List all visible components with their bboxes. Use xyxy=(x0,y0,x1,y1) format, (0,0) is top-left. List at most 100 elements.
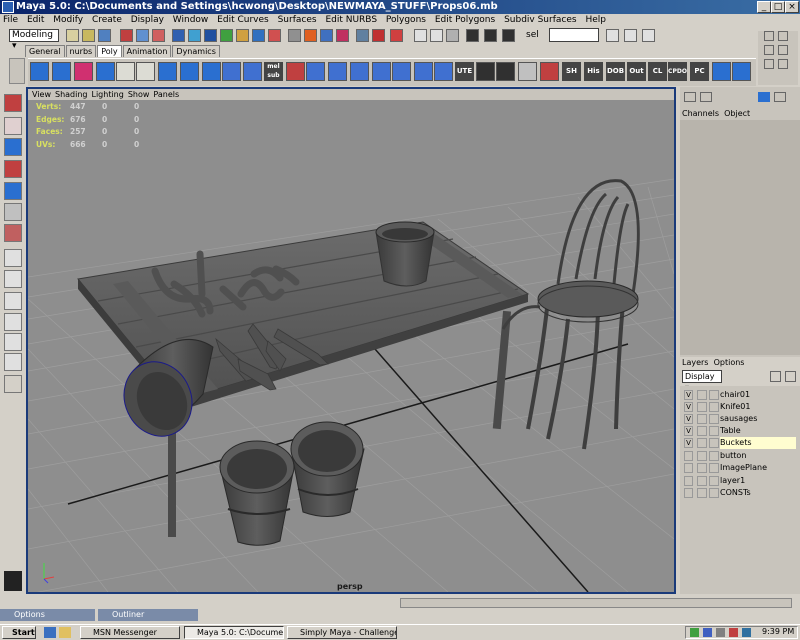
layer-template-toggle[interactable] xyxy=(697,488,707,498)
select-hierarchy-icon[interactable] xyxy=(120,29,133,42)
layout-outliner-icon[interactable] xyxy=(778,45,788,55)
panel-menu-panels[interactable]: Panels xyxy=(153,90,179,99)
render-layer-icon[interactable] xyxy=(774,92,786,102)
layer-color-swatch[interactable] xyxy=(709,402,719,412)
poly-plane-icon[interactable] xyxy=(158,62,177,81)
layer-row-table[interactable]: V Table xyxy=(682,425,798,437)
tray-volume-icon[interactable] xyxy=(716,628,725,637)
menu-edit-polygons[interactable]: Edit Polygons xyxy=(435,15,495,25)
scale-tool-icon[interactable] xyxy=(4,203,22,221)
layer-display-select[interactable]: Display ▾ xyxy=(682,370,722,392)
separate-icon[interactable] xyxy=(222,62,241,81)
out-button[interactable]: Out xyxy=(627,62,646,81)
layer-editor-icon[interactable] xyxy=(700,92,712,102)
tool-settings-icon[interactable] xyxy=(642,29,655,42)
magnet-icon[interactable] xyxy=(390,29,403,42)
ipr-clapper-icon[interactable] xyxy=(496,62,515,81)
layer-row-layer1[interactable]: layer1 xyxy=(682,475,798,487)
menu-edit[interactable]: Edit xyxy=(27,15,44,25)
layer-visibility-toggle[interactable] xyxy=(684,476,693,486)
menu-subdiv-surfaces[interactable]: Subdiv Surfaces xyxy=(504,15,577,25)
layout-side-by-side-icon[interactable] xyxy=(4,313,22,331)
mask-joint-icon[interactable] xyxy=(188,29,201,42)
layer-color-swatch[interactable] xyxy=(709,426,719,436)
layer-row-sausages[interactable]: Vsausages xyxy=(682,413,798,425)
layer-visibility-toggle[interactable] xyxy=(684,451,693,461)
menu-layers[interactable]: Layers xyxy=(682,358,708,367)
channel-box-icon[interactable] xyxy=(684,92,696,102)
taskbar-msn-messenger[interactable]: MSN Messenger xyxy=(80,626,180,639)
maximize-button[interactable]: □ xyxy=(771,1,785,13)
layer-visibility-toggle[interactable] xyxy=(684,463,693,473)
extrude-edge-icon[interactable] xyxy=(350,62,369,81)
layout-four-pane-icon[interactable] xyxy=(4,292,22,310)
layer-color-swatch[interactable] xyxy=(709,451,719,461)
layout-four-icon[interactable] xyxy=(778,31,788,41)
layer-template-toggle[interactable] xyxy=(697,476,707,486)
shelf-tab-dynamics[interactable]: Dynamics xyxy=(172,45,220,57)
render-clapper-icon[interactable] xyxy=(476,62,495,81)
paint-select-tool-icon[interactable] xyxy=(4,138,22,156)
extrude-face-icon[interactable] xyxy=(328,62,347,81)
layer-template-toggle[interactable] xyxy=(697,426,707,436)
minimized-outliner-window[interactable]: Outliner xyxy=(98,609,198,621)
dob-button[interactable]: DOB xyxy=(606,62,625,81)
layer-template-toggle[interactable] xyxy=(697,414,707,424)
display-layer-icon[interactable] xyxy=(758,92,770,102)
output-ops-icon[interactable] xyxy=(430,29,443,42)
snap-view-icon[interactable] xyxy=(356,29,369,42)
open-scene-icon[interactable] xyxy=(82,29,95,42)
layer-color-swatch[interactable] xyxy=(709,438,719,448)
menu-edit-nurbs[interactable]: Edit NURBS xyxy=(325,15,377,25)
attribute-editor-icon[interactable] xyxy=(624,29,637,42)
shelf-tab-nurbs[interactable]: nurbs xyxy=(65,45,97,57)
poly-tool-icon[interactable] xyxy=(712,62,731,81)
mask-deform-icon[interactable] xyxy=(236,29,249,42)
mask-surface-icon[interactable] xyxy=(220,29,233,42)
render-icon[interactable] xyxy=(466,29,479,42)
menu-surfaces[interactable]: Surfaces xyxy=(278,15,317,25)
start-button[interactable]: Start xyxy=(2,626,36,639)
layout-persp-graph-icon[interactable] xyxy=(4,353,22,371)
panel-menu-view[interactable]: View xyxy=(32,90,51,99)
menu-edit-curves[interactable]: Edit Curves xyxy=(217,15,269,25)
mask-dynamic-icon[interactable] xyxy=(252,29,265,42)
menu-display[interactable]: Display xyxy=(131,15,164,25)
mask-misc-icon[interactable] xyxy=(288,29,301,42)
mask-curve-icon[interactable] xyxy=(204,29,217,42)
mask-handle-icon[interactable] xyxy=(172,29,185,42)
tray-display-icon[interactable] xyxy=(742,628,751,637)
layout-two-icon[interactable] xyxy=(764,45,774,55)
layer-color-swatch[interactable] xyxy=(709,390,719,400)
toolbox-more-icon[interactable] xyxy=(4,375,22,393)
layer-color-swatch[interactable] xyxy=(709,463,719,473)
layer-color-swatch[interactable] xyxy=(709,414,719,424)
circle-icon[interactable] xyxy=(306,62,325,81)
menu-modify[interactable]: Modify xyxy=(53,15,83,25)
mask-render-icon[interactable] xyxy=(268,29,281,42)
sh-button[interactable]: SH xyxy=(562,62,581,81)
poly-torus-icon[interactable] xyxy=(180,62,199,81)
mel-sub-button[interactable]: mel sub xyxy=(264,62,283,81)
layer-template-toggle[interactable] xyxy=(697,463,707,473)
menu-help[interactable]: Help xyxy=(585,15,606,25)
layer-visibility-toggle[interactable]: V xyxy=(684,426,693,436)
panel-menu-shading[interactable]: Shading xyxy=(55,90,88,99)
quick-select-field[interactable] xyxy=(549,28,599,42)
layer-color-swatch[interactable] xyxy=(709,488,719,498)
cpdo-button[interactable]: CPDO xyxy=(668,62,687,81)
move-tool-icon[interactable] xyxy=(4,160,22,178)
split-polygon-icon[interactable] xyxy=(372,62,391,81)
layout-hypershade-icon[interactable] xyxy=(778,59,788,69)
poly-cylinder-icon[interactable] xyxy=(74,62,93,81)
input-ops-icon[interactable] xyxy=(414,29,427,42)
layer-visibility-toggle[interactable]: V xyxy=(684,438,693,448)
layout-single-pane-icon[interactable] xyxy=(4,270,22,288)
layout-graph-icon[interactable] xyxy=(764,59,774,69)
shelf-menu-icon[interactable] xyxy=(9,58,25,84)
combine-icon[interactable] xyxy=(202,62,221,81)
layout-single-icon[interactable] xyxy=(764,31,774,41)
select-component-icon[interactable] xyxy=(152,29,165,42)
layer-template-toggle[interactable] xyxy=(697,402,707,412)
bevel-icon[interactable] xyxy=(414,62,433,81)
